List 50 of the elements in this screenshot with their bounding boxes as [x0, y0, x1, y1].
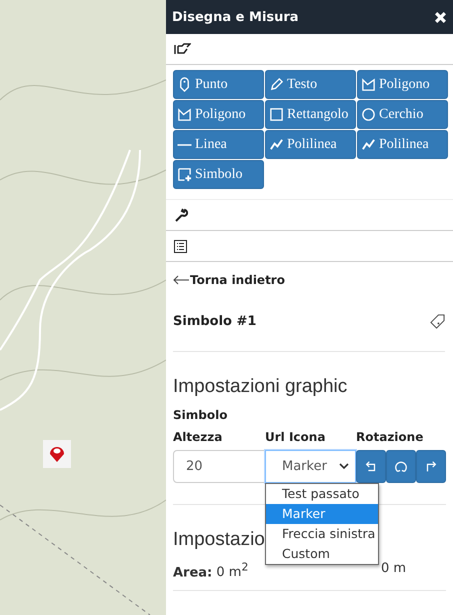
field-label: Rotazione [356, 430, 424, 444]
tool-button[interactable]: Poligono [357, 70, 448, 99]
marker-icon [177, 77, 192, 92]
field-label: Altezza [173, 430, 224, 444]
rotate-button[interactable] [416, 450, 446, 483]
line-icon [177, 144, 192, 146]
tag-icon[interactable] [430, 314, 445, 329]
tool-button[interactable]: Cerchio [357, 100, 448, 129]
square-icon [269, 107, 284, 122]
dropdown-option[interactable]: Freccia sinistra [266, 524, 378, 544]
feature-name: Simbolo #1 [173, 314, 256, 329]
map-pin-icon[interactable] [43, 440, 71, 468]
list-icon[interactable] [174, 240, 187, 252]
close-icon[interactable] [434, 10, 447, 24]
chevron-down-icon [339, 463, 349, 470]
section-heading: Impostazio [173, 529, 265, 551]
rotate-left-icon [364, 460, 378, 474]
polygon-icon [177, 107, 192, 122]
back-link[interactable]: Torna indietro [173, 270, 446, 290]
rotate-icon [394, 460, 408, 474]
dropdown-option[interactable]: Marker [266, 504, 378, 524]
polyline-icon [361, 137, 376, 152]
tool-button[interactable]: Punto [173, 70, 264, 99]
tool-button[interactable]: Linea [173, 130, 264, 159]
section-heading: Impostazioni graphic [173, 376, 348, 398]
icon-select[interactable]: Marker [265, 450, 356, 483]
height-input[interactable]: 20 [173, 450, 265, 483]
dropdown-option[interactable]: Custom [266, 544, 378, 564]
pointing-hand-icon[interactable] [174, 43, 191, 55]
rotate-button[interactable] [386, 450, 416, 483]
circle-icon [361, 107, 376, 122]
tool-button[interactable]: Poligono [173, 100, 264, 129]
panel-title: Disegna e Misura [172, 10, 299, 24]
area-text: Area: 0 m$^{2}$ [173, 561, 250, 580]
tool-button[interactable]: Simbolo [173, 160, 264, 189]
tool-button[interactable]: Rettangolo [265, 100, 356, 129]
rotate-button[interactable] [356, 450, 386, 483]
tool-button[interactable]: Testo [265, 70, 356, 99]
field-label: Url Icona [265, 430, 326, 444]
perimeter-value: 0 m [380, 561, 408, 578]
add-symbol-icon [177, 167, 192, 182]
dropdown-option[interactable]: Test passato [266, 484, 378, 504]
subheading: Simbolo [173, 408, 228, 422]
polyline-icon [269, 137, 284, 152]
pencil-icon [269, 77, 284, 92]
tool-button[interactable]: Polilinea [265, 130, 356, 159]
rotate-right-icon [424, 460, 438, 474]
polygon-icon [361, 77, 376, 92]
arrow-left-icon [173, 275, 189, 285]
tool-button[interactable]: Polilinea [357, 130, 448, 159]
